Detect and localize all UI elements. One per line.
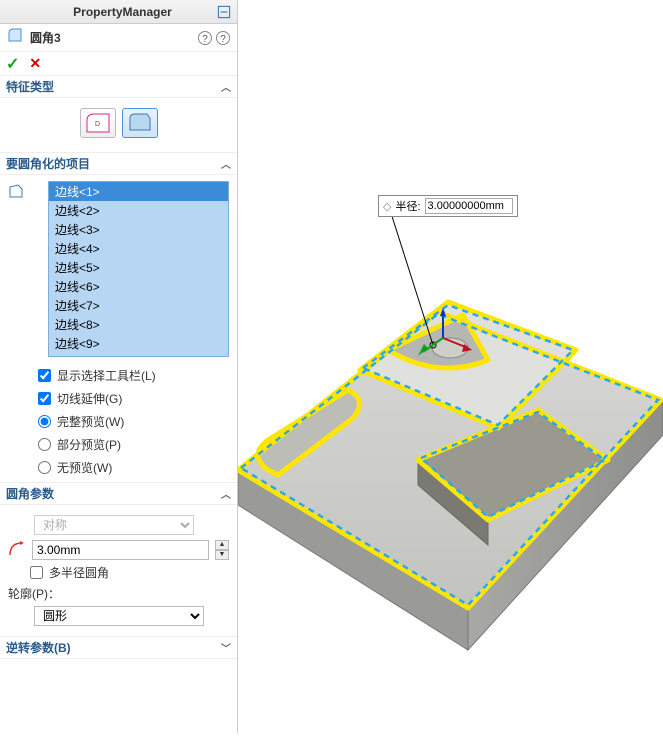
svg-text:?: ? bbox=[220, 34, 226, 45]
pin-icon[interactable] bbox=[215, 3, 233, 21]
section-label-reverse: 逆转参数(B) bbox=[6, 639, 71, 656]
checkbox-multi-radius[interactable] bbox=[30, 566, 43, 579]
opt-show-toolbar[interactable]: 显示选择工具栏(L) bbox=[38, 367, 229, 384]
svg-text:D: D bbox=[95, 121, 100, 128]
chevron-up-icon: ︿ bbox=[221, 486, 231, 501]
section-header-items[interactable]: 要圆角化的项目 ︿ bbox=[0, 153, 237, 175]
section-label-params: 圆角参数 bbox=[6, 485, 54, 502]
action-row: ✓ ✕ bbox=[0, 52, 237, 76]
opt-full-preview[interactable]: 完整预览(W) bbox=[38, 413, 229, 430]
callout-value-input[interactable] bbox=[425, 198, 513, 214]
section-label-type: 特征类型 bbox=[6, 78, 54, 95]
list-item[interactable]: 边线<7> bbox=[49, 296, 228, 315]
label-multi-radius: 多半径圆角 bbox=[49, 564, 109, 581]
edge-select-icon bbox=[8, 183, 24, 202]
label-partial-preview: 部分预览(P) bbox=[57, 436, 121, 453]
radio-full-preview[interactable] bbox=[38, 415, 51, 428]
cancel-button[interactable]: ✕ bbox=[29, 55, 41, 72]
profile-label: 轮廓(P)： bbox=[8, 585, 229, 602]
list-item[interactable]: 边线<8> bbox=[49, 315, 228, 334]
radius-input[interactable] bbox=[32, 540, 209, 560]
radius-callout[interactable]: ◇ 半径: bbox=[378, 195, 518, 217]
chevron-down-icon: ﹀ bbox=[221, 640, 231, 655]
chevron-up-icon: ︿ bbox=[221, 156, 231, 171]
callout-handle-icon[interactable]: ◇ bbox=[383, 200, 391, 213]
section-body-items: 边线<1>边线<2>边线<3>边线<4>边线<5>边线<6>边线<7>边线<8>… bbox=[0, 175, 237, 483]
symmetry-select[interactable]: 对称 bbox=[34, 515, 194, 535]
list-item[interactable]: 边线<9> bbox=[49, 334, 228, 353]
opt-partial-preview[interactable]: 部分预览(P) bbox=[38, 436, 229, 453]
opt-multi-radius[interactable]: 多半径圆角 bbox=[30, 564, 229, 581]
fillet-type-face[interactable] bbox=[122, 108, 158, 138]
list-item[interactable]: 边线<2> bbox=[49, 201, 228, 220]
help-arrow-icon[interactable]: ? bbox=[215, 30, 231, 46]
feature-header: 圆角3 ? ? bbox=[0, 24, 237, 52]
ok-button[interactable]: ✓ bbox=[6, 54, 19, 74]
list-item[interactable]: 边线<3> bbox=[49, 220, 228, 239]
radio-no-preview[interactable] bbox=[38, 461, 51, 474]
list-item[interactable]: 边线<6> bbox=[49, 277, 228, 296]
help-icon[interactable]: ? bbox=[197, 30, 213, 46]
spin-down[interactable]: ▼ bbox=[215, 550, 229, 560]
label-no-preview: 无预览(W) bbox=[57, 459, 112, 476]
opt-no-preview[interactable]: 无预览(W) bbox=[38, 459, 229, 476]
items-listbox[interactable]: 边线<1>边线<2>边线<3>边线<4>边线<5>边线<6>边线<7>边线<8>… bbox=[48, 181, 229, 357]
section-header-type[interactable]: 特征类型 ︿ bbox=[0, 76, 237, 98]
section-body-type: D bbox=[0, 98, 237, 153]
checkbox-tangent[interactable] bbox=[38, 392, 51, 405]
list-item[interactable]: 边线<10> bbox=[49, 353, 228, 357]
spin-up[interactable]: ▲ bbox=[215, 540, 229, 550]
section-label-items: 要圆角化的项目 bbox=[6, 155, 90, 172]
list-item[interactable]: 边线<4> bbox=[49, 239, 228, 258]
fillet-feature-icon bbox=[6, 26, 24, 49]
callout-label: 半径: bbox=[395, 198, 420, 214]
feature-name: 圆角3 bbox=[30, 29, 61, 46]
label-show-toolbar: 显示选择工具栏(L) bbox=[57, 367, 156, 384]
list-item[interactable]: 边线<5> bbox=[49, 258, 228, 277]
title-bar: PropertyManager bbox=[0, 0, 237, 24]
fillet-type-constant[interactable]: D bbox=[80, 108, 116, 138]
section-header-reverse[interactable]: 逆转参数(B) ﹀ bbox=[0, 637, 237, 659]
graphics-viewport[interactable] bbox=[238, 0, 663, 733]
section-body-params: 对称 ▲ ▼ 多半径圆角 轮廓(P)： 圆形 bbox=[0, 505, 237, 637]
checkbox-show-toolbar[interactable] bbox=[38, 369, 51, 382]
svg-text:?: ? bbox=[202, 34, 208, 45]
panel-title: PropertyManager bbox=[43, 5, 172, 19]
label-full-preview: 完整预览(W) bbox=[57, 413, 124, 430]
item-options: 显示选择工具栏(L) 切线延伸(G) 完整预览(W) 部分预览(P) 无预览(W… bbox=[38, 367, 229, 476]
section-header-params[interactable]: 圆角参数 ︿ bbox=[0, 483, 237, 505]
radio-partial-preview[interactable] bbox=[38, 438, 51, 451]
list-item[interactable]: 边线<1> bbox=[49, 182, 228, 201]
profile-select[interactable]: 圆形 bbox=[34, 606, 204, 626]
property-manager-panel: PropertyManager 圆角3 ? ? ✓ ✕ 特征类型 ︿ D bbox=[0, 0, 238, 733]
radius-icon bbox=[8, 539, 26, 560]
opt-tangent[interactable]: 切线延伸(G) bbox=[38, 390, 229, 407]
chevron-up-icon: ︿ bbox=[221, 79, 231, 94]
label-tangent: 切线延伸(G) bbox=[57, 390, 122, 407]
